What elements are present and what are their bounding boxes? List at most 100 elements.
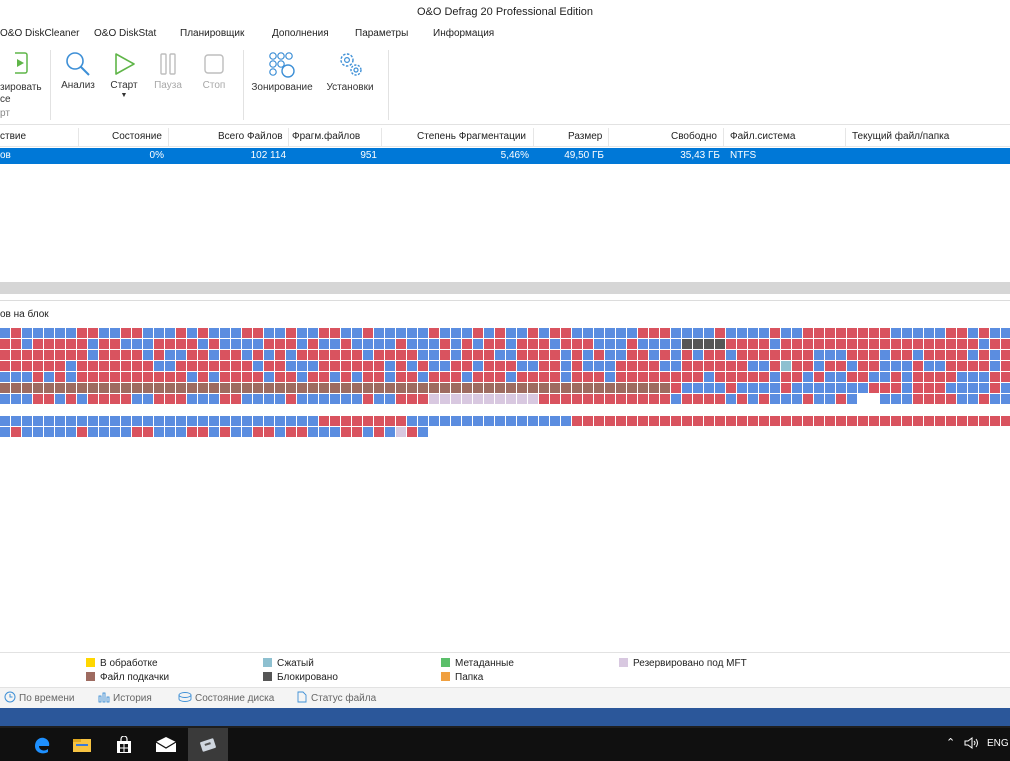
menu-diskstat[interactable]: O&O DiskStat	[94, 28, 156, 39]
optimize-label-line1: зировать	[0, 82, 42, 93]
tab-by-time[interactable]: По времени	[4, 691, 75, 704]
start-button[interactable]: Старт ▼	[106, 50, 142, 99]
task-view-icon[interactable]	[0, 728, 10, 761]
cluster-block	[209, 361, 219, 371]
cluster-block	[440, 372, 450, 382]
legend-swatch	[86, 672, 95, 681]
cluster-block	[198, 394, 208, 404]
pane-splitter[interactable]	[0, 282, 1010, 294]
cluster-block	[407, 328, 417, 338]
tab-file-status[interactable]: Статус файла	[296, 691, 376, 704]
cluster-block	[737, 383, 747, 393]
cluster-block	[308, 416, 318, 426]
cluster-block	[880, 339, 890, 349]
header-total-files[interactable]: Всего Файлов	[218, 131, 283, 142]
menu-info[interactable]: Информация	[433, 28, 494, 39]
cluster-block	[33, 383, 43, 393]
cluster-block	[253, 372, 263, 382]
menu-diskcleaner[interactable]: O&O DiskCleaner	[0, 28, 79, 39]
cluster-block	[693, 416, 703, 426]
cluster-block	[440, 383, 450, 393]
file-explorer-icon[interactable]	[62, 728, 102, 761]
header-size[interactable]: Размер	[568, 131, 602, 142]
cluster-block	[638, 328, 648, 338]
cluster-block	[847, 372, 857, 382]
zoning-button[interactable]: Зонирование	[248, 50, 316, 93]
installations-button[interactable]: Установки	[322, 50, 378, 93]
cluster-block	[506, 339, 516, 349]
store-icon[interactable]	[104, 728, 144, 761]
chevron-up-icon[interactable]: ⌃	[946, 736, 955, 749]
header-frag-degree[interactable]: Степень Фрагментации	[417, 131, 526, 142]
menu-addons[interactable]: Дополнения	[272, 28, 329, 39]
cluster-block	[374, 394, 384, 404]
status-bar	[0, 708, 1010, 726]
cluster-block	[396, 339, 406, 349]
header-free[interactable]: Свободно	[671, 131, 717, 142]
cluster-block	[1001, 372, 1010, 382]
cluster-block	[924, 372, 934, 382]
cluster-block	[594, 416, 604, 426]
cluster-block	[792, 361, 802, 371]
cluster-block	[539, 361, 549, 371]
cluster-block	[517, 339, 527, 349]
volume-table-header: ствие Состояние Всего Файлов Фрагм.файло…	[0, 128, 1010, 147]
cluster-block	[968, 350, 978, 360]
language-indicator[interactable]: ENG	[987, 738, 1009, 749]
mail-icon[interactable]	[146, 728, 186, 761]
header-frag-files[interactable]: Фрагм.файлов	[292, 131, 360, 142]
cluster-block	[836, 383, 846, 393]
cluster-block	[33, 416, 43, 426]
cluster-block	[99, 383, 109, 393]
cluster-block	[319, 416, 329, 426]
cluster-block	[792, 328, 802, 338]
cluster-block	[66, 372, 76, 382]
cluster-block	[891, 383, 901, 393]
cluster-block	[693, 372, 703, 382]
header-filesystem[interactable]: Файл.система	[730, 131, 795, 142]
cluster-block	[891, 328, 901, 338]
cluster-block	[11, 427, 21, 437]
cluster-block	[693, 328, 703, 338]
cluster-block	[220, 427, 230, 437]
analyze-button[interactable]: Анализ	[58, 50, 98, 91]
cluster-block	[242, 383, 252, 393]
cluster-block	[132, 361, 142, 371]
oo-defrag-taskbar-icon[interactable]	[188, 728, 228, 761]
cluster-block	[605, 339, 615, 349]
cluster-map[interactable]	[0, 328, 1010, 440]
cluster-block	[418, 339, 428, 349]
cluster-block	[11, 339, 21, 349]
cluster-block	[693, 339, 703, 349]
cluster-block	[165, 427, 175, 437]
volume-icon[interactable]	[964, 737, 980, 752]
stop-button[interactable]: Стоп	[196, 50, 232, 91]
cluster-block	[594, 328, 604, 338]
header-state[interactable]: Состояние	[112, 131, 162, 142]
cluster-block	[154, 372, 164, 382]
chevron-down-icon[interactable]: ▼	[106, 92, 142, 99]
pause-button[interactable]: Пауза	[150, 50, 186, 91]
table-row[interactable]: ов 0% 102 114 951 5,46% 49,50 ГБ 35,43 Г…	[0, 148, 1010, 164]
edge-icon[interactable]	[22, 728, 62, 761]
cluster-block	[22, 328, 32, 338]
menu-scheduler[interactable]: Планировщик	[180, 28, 244, 39]
optimize-button[interactable]	[0, 50, 44, 78]
cluster-block	[198, 350, 208, 360]
cluster-block	[561, 328, 571, 338]
cluster-block	[715, 372, 725, 382]
cluster-block	[660, 350, 670, 360]
header-action[interactable]: ствие	[0, 131, 26, 142]
header-current-file[interactable]: Текущий файл/папка	[852, 131, 949, 142]
tab-disk-state[interactable]: Состояние диска	[178, 691, 274, 704]
cluster-block	[297, 394, 307, 404]
cluster-block	[44, 383, 54, 393]
menu-settings[interactable]: Параметры	[355, 28, 408, 39]
cluster-block	[11, 328, 21, 338]
cluster-block	[539, 339, 549, 349]
cluster-block	[407, 350, 417, 360]
tab-history[interactable]: История	[98, 691, 152, 704]
cluster-block	[11, 372, 21, 382]
cluster-block	[605, 394, 615, 404]
cluster-block	[363, 372, 373, 382]
